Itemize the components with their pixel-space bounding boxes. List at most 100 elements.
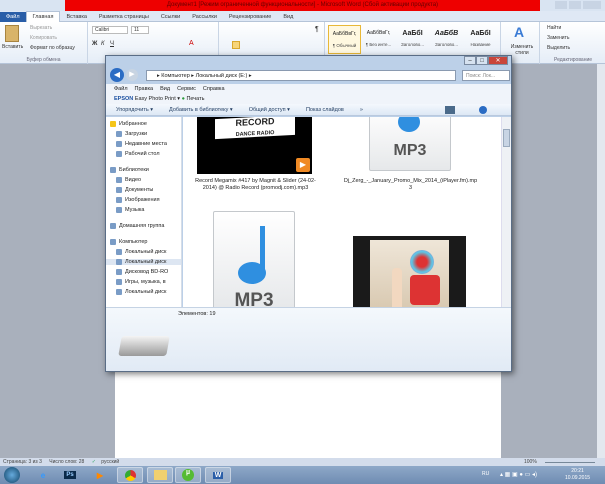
nav-item[interactable]: Избранное [110, 121, 147, 127]
utorrent-icon[interactable]: µ [175, 467, 201, 483]
breadcrumb-computer[interactable]: Компьютер [161, 73, 189, 79]
file-thumbnail[interactable]: RECORD DANCE RADIO ▶ [197, 117, 312, 174]
red-chair [410, 275, 440, 305]
document-scrollbar[interactable] [597, 64, 605, 458]
tray-icons[interactable]: ▴ ▦ ▣ ● ▭ ◂) [500, 471, 537, 478]
nav-item[interactable]: Игры, музыка, в [116, 279, 166, 285]
more-button[interactable]: » [360, 107, 363, 113]
nav-item[interactable]: Домашняя группа [110, 223, 164, 229]
word-count[interactable]: Число слов: 28 [49, 459, 84, 465]
menu-file[interactable]: Файл [114, 86, 128, 92]
style-title[interactable]: АаБбI Название [464, 25, 497, 54]
style-normal[interactable]: АаБбВвГг, ¶ Обычный [328, 25, 361, 54]
nav-item[interactable]: Локальный диск [116, 289, 166, 295]
file-thumbnail[interactable]: MP3 [369, 117, 451, 171]
format-painter-button[interactable]: Формат по образцу [30, 45, 75, 51]
pilcrow-button[interactable]: ¶ [315, 26, 319, 33]
page-count[interactable]: Страница: 3 из 3 [3, 459, 42, 465]
minimize-button[interactable] [555, 1, 567, 9]
nav-item[interactable]: Локальный диск [116, 249, 166, 255]
menu-help[interactable]: Справка [203, 86, 225, 92]
language[interactable]: русский [101, 459, 119, 465]
spellcheck-icon[interactable]: ✓ [92, 459, 96, 465]
style-heading1[interactable]: АаБбI Заголово... [396, 25, 429, 54]
explorer-minimize-button[interactable]: – [464, 56, 476, 65]
nav-item[interactable]: Локальный диск [106, 259, 181, 265]
style-heading2[interactable]: АаБбВ Заголово... [430, 25, 463, 54]
word-icon[interactable]: W [205, 467, 231, 483]
slideshow-button[interactable]: Показ слайдов [306, 107, 344, 113]
replace-button[interactable]: Заменить [547, 35, 569, 41]
explorer-close-button[interactable]: ✕ [488, 56, 508, 65]
record-logo: RECORD DANCE RADIO [215, 117, 295, 140]
nav-item[interactable]: Компьютер [110, 239, 147, 245]
cut-button[interactable]: Вырезать [30, 25, 52, 31]
help-icon[interactable] [479, 106, 487, 114]
style-no-spacing[interactable]: АаБбВвГг, ¶ Без инте... [362, 25, 395, 54]
font-color-button[interactable]: A [189, 40, 194, 47]
share-button[interactable]: Общий доступ ▾ [249, 107, 290, 113]
nav-item-icon [116, 259, 122, 265]
maximize-button[interactable] [569, 1, 581, 9]
menu-view[interactable]: Вид [160, 86, 170, 92]
align-center-button[interactable] [232, 41, 240, 49]
paste-icon [5, 25, 19, 42]
font-name-select[interactable]: Calibri [92, 26, 128, 34]
file-list-scrollbar[interactable] [501, 117, 511, 307]
nav-item-icon [116, 279, 122, 285]
epson-logo: EPSON [114, 96, 134, 102]
nav-item[interactable]: Изображения [116, 197, 160, 203]
nav-item[interactable]: Документы [116, 187, 153, 193]
paste-button[interactable]: Вставить [2, 44, 23, 50]
nav-item-label: Избранное [119, 121, 147, 127]
search-input[interactable]: Поиск: Лок... [462, 70, 510, 81]
nav-item[interactable]: Дисковод BD-RO [116, 269, 168, 275]
find-button[interactable]: Найти [547, 25, 561, 31]
start-button[interactable] [4, 467, 20, 483]
ie-icon[interactable]: e [30, 467, 56, 483]
file-name[interactable]: Dj_Zerg_-_January_Promo_Mix_2014_(iPlaye… [343, 178, 478, 192]
chrome-icon[interactable] [117, 467, 143, 483]
italic-button[interactable]: К [101, 41, 105, 47]
copy-button[interactable]: Копировать [30, 35, 57, 41]
nav-item-icon [116, 197, 122, 203]
font-size-select[interactable]: 11 [131, 26, 149, 34]
clock[interactable]: 20:21 10.09.2015 [565, 468, 590, 482]
print-button[interactable]: Печать [186, 96, 204, 102]
scrollbar-thumb[interactable] [503, 129, 510, 147]
underline-button[interactable]: Ч [110, 41, 114, 47]
view-options-icon[interactable] [445, 106, 455, 114]
file-name[interactable]: Record Megamix #417 by Magnit & Slider (… [193, 178, 318, 192]
add-to-library-button[interactable]: Добавить в библиотеку ▾ [169, 107, 233, 113]
nav-item-icon [116, 141, 122, 147]
nav-item[interactable]: Музыка [116, 207, 144, 213]
language-indicator[interactable]: RU [482, 471, 489, 477]
organize-button[interactable]: Упорядочить ▾ [116, 107, 153, 113]
bold-button[interactable]: Ж [92, 41, 97, 47]
video-thumbnail[interactable] [353, 236, 466, 307]
zoom-slider[interactable] [545, 462, 595, 463]
file-thumbnail[interactable]: MP3 [213, 211, 295, 307]
nav-item-label: Дисковод BD-RO [125, 269, 169, 275]
nav-item[interactable]: Недавние места [116, 141, 167, 147]
photoshop-icon[interactable]: Ps [57, 467, 83, 483]
menu-edit[interactable]: Правка [135, 86, 154, 92]
close-button[interactable] [583, 1, 601, 9]
forward-button[interactable]: ▶ [126, 69, 138, 81]
media-player-icon[interactable]: ▶ [87, 467, 113, 483]
nav-item[interactable]: Библиотеки [110, 167, 149, 173]
nav-item[interactable]: Видео [116, 177, 141, 183]
menu-tools[interactable]: Сервис [177, 86, 196, 92]
nav-item-label: Рабочий стол [125, 151, 160, 157]
nav-item-icon [116, 177, 122, 183]
explorer-folder-icon[interactable] [147, 467, 173, 483]
explorer-maximize-button[interactable]: □ [476, 56, 488, 65]
nav-item[interactable]: Рабочий стол [116, 151, 160, 157]
nav-item[interactable]: Загрузки [116, 131, 147, 137]
select-button[interactable]: Выделить [547, 45, 570, 51]
back-button[interactable]: ◀ [110, 68, 124, 82]
nav-item-label: Документы [125, 187, 154, 193]
address-bar[interactable]: ▸ Компьютер ▸ Локальный диск (E:) ▸ [146, 70, 456, 81]
easy-photo-print-button[interactable]: Easy Photo Print [135, 96, 176, 102]
breadcrumb-drive[interactable]: Локальный диск (E:) [196, 73, 248, 79]
